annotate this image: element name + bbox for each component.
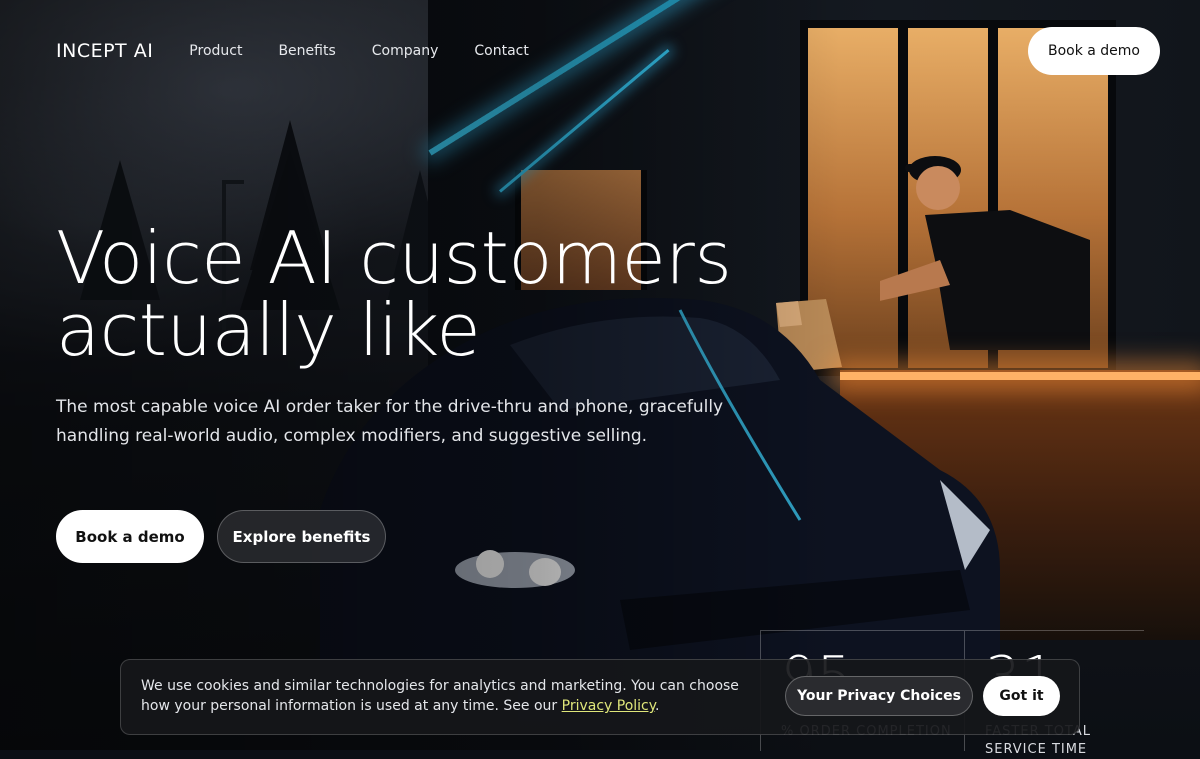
privacy-choices-button[interactable]: Your Privacy Choices xyxy=(785,676,973,716)
top-navigation: INCEPT AI Product Benefits Company Conta… xyxy=(56,27,1160,75)
cookie-text: We use cookies and similar technologies … xyxy=(141,676,751,716)
book-demo-button[interactable]: Book a demo xyxy=(56,510,204,563)
hero-subtitle: The most capable voice AI order taker fo… xyxy=(56,397,724,446)
hero-title-line-2: actually like xyxy=(56,288,481,372)
hero-title: Voice AI customers actually like xyxy=(56,222,816,366)
nav-link-product[interactable]: Product xyxy=(189,43,242,59)
cookie-text-end: . xyxy=(655,698,660,714)
nav-link-company[interactable]: Company xyxy=(372,43,439,59)
nav-book-demo-button[interactable]: Book a demo xyxy=(1027,27,1160,75)
accept-cookies-button[interactable]: Got it xyxy=(983,676,1060,716)
cookie-banner: We use cookies and similar technologies … xyxy=(120,659,1080,735)
explore-benefits-button[interactable]: Explore benefits xyxy=(217,510,386,563)
nav-links: Product Benefits Company Contact xyxy=(189,43,529,59)
nav-link-benefits[interactable]: Benefits xyxy=(278,43,335,59)
nav-link-contact[interactable]: Contact xyxy=(474,43,528,59)
privacy-policy-link[interactable]: Privacy Policy xyxy=(562,698,655,714)
logo[interactable]: INCEPT AI xyxy=(56,40,153,62)
